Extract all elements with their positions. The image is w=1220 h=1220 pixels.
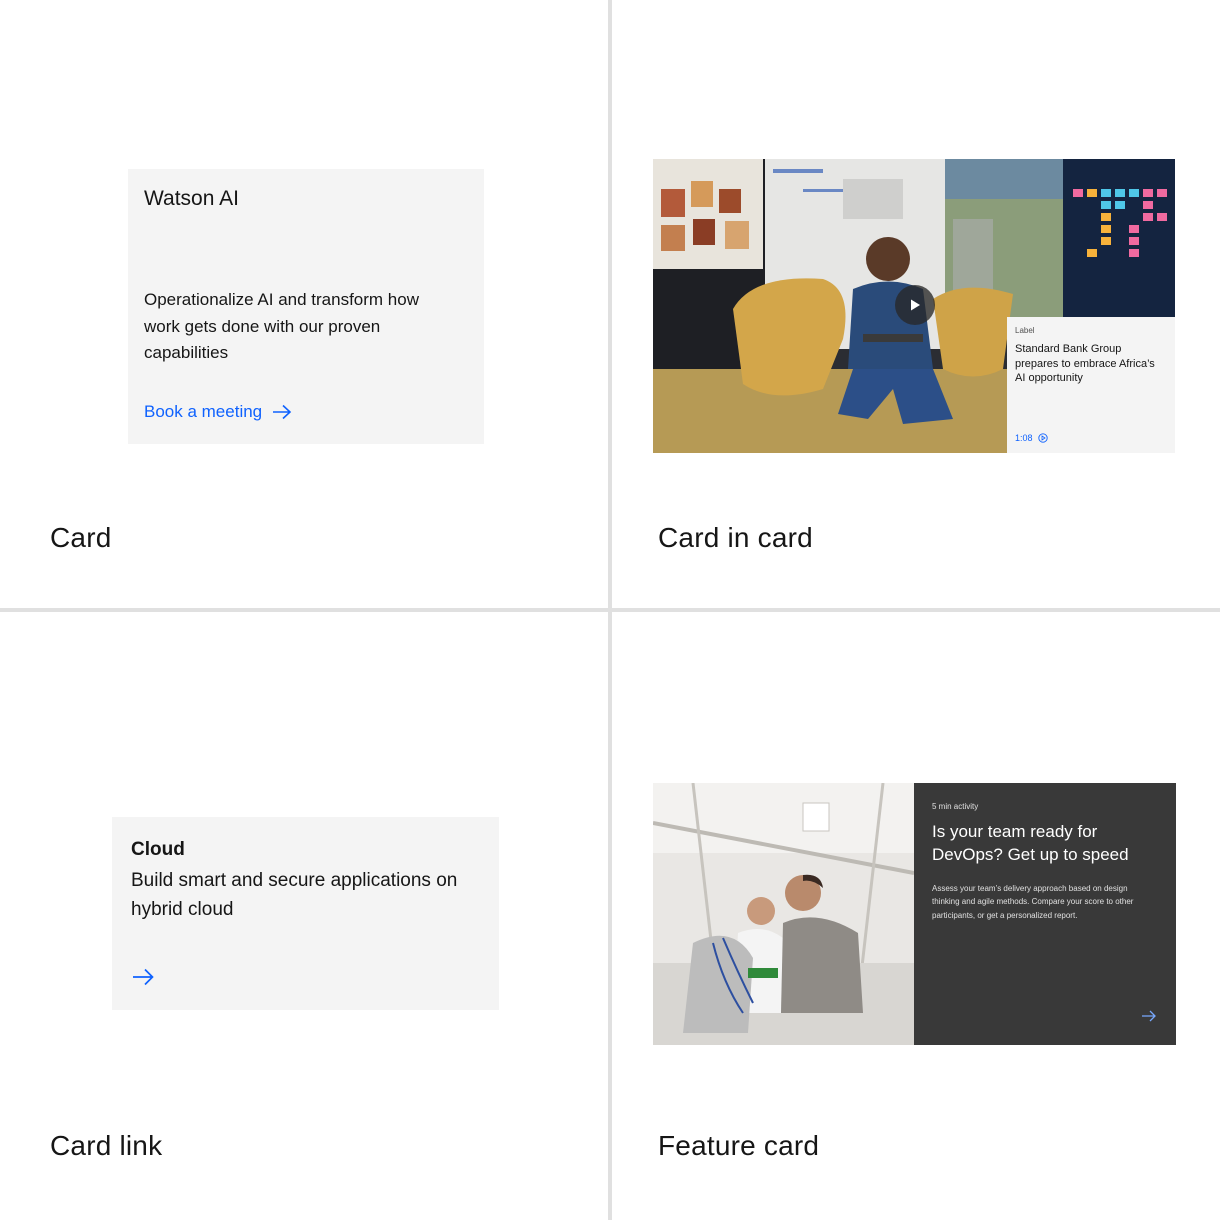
arrow-right-icon bbox=[1142, 1010, 1156, 1022]
card-link-example-panel: Cloud Build smart and secure application… bbox=[0, 612, 608, 1220]
card-example-panel: Watson AI Operationalize AI and transfor… bbox=[0, 0, 608, 608]
book-meeting-label: Book a meeting bbox=[144, 402, 263, 421]
play-outline-icon bbox=[1037, 433, 1048, 443]
watson-card: Watson AI Operationalize AI and transfor… bbox=[128, 169, 484, 444]
video-duration: 1:08 bbox=[1015, 433, 1048, 443]
card-link-description: Build smart and secure applications on h… bbox=[131, 870, 458, 920]
duration-text: 1:08 bbox=[1015, 433, 1033, 443]
card-title: Watson AI bbox=[144, 187, 239, 210]
video-card[interactable]: Label Standard Bank Group prepares to em… bbox=[653, 159, 1175, 453]
inner-card[interactable]: Label Standard Bank Group prepares to em… bbox=[1007, 317, 1175, 453]
arrow-right-icon bbox=[133, 968, 154, 986]
inner-card-title: Standard Bank Group prepares to embrace … bbox=[1015, 343, 1155, 384]
feature-card-example-panel: 5 min activity Is your team ready for De… bbox=[612, 612, 1220, 1220]
engineers-photo-image bbox=[653, 783, 914, 1045]
feature-card-content: 5 min activity Is your team ready for De… bbox=[914, 783, 1176, 1045]
feature-card-description: Assess your team’s delivery approach bas… bbox=[932, 884, 1134, 920]
card-in-card-example-panel: Label Standard Bank Group prepares to em… bbox=[612, 0, 1220, 608]
card-description: Operationalize AI and transform how work… bbox=[144, 290, 419, 362]
inner-card-label: Label bbox=[1015, 326, 1035, 335]
cloud-card-link[interactable]: Cloud Build smart and secure application… bbox=[112, 817, 499, 1010]
feature-card[interactable]: 5 min activity Is your team ready for De… bbox=[653, 783, 1176, 1045]
arrow-right-icon bbox=[273, 404, 292, 420]
play-icon bbox=[911, 299, 920, 311]
feature-card-title: Is your team ready for DevOps? Get up to… bbox=[932, 822, 1129, 864]
book-meeting-link[interactable]: Book a meeting bbox=[144, 402, 292, 422]
caption-card-link: Card link bbox=[50, 1130, 163, 1161]
card-link-title: Cloud bbox=[131, 839, 185, 860]
caption-card-in-card: Card in card bbox=[658, 522, 813, 553]
play-button[interactable] bbox=[895, 285, 935, 325]
caption-card: Card bbox=[50, 522, 112, 553]
feature-card-eyebrow: 5 min activity bbox=[932, 802, 979, 811]
caption-feature-card: Feature card bbox=[658, 1130, 820, 1161]
